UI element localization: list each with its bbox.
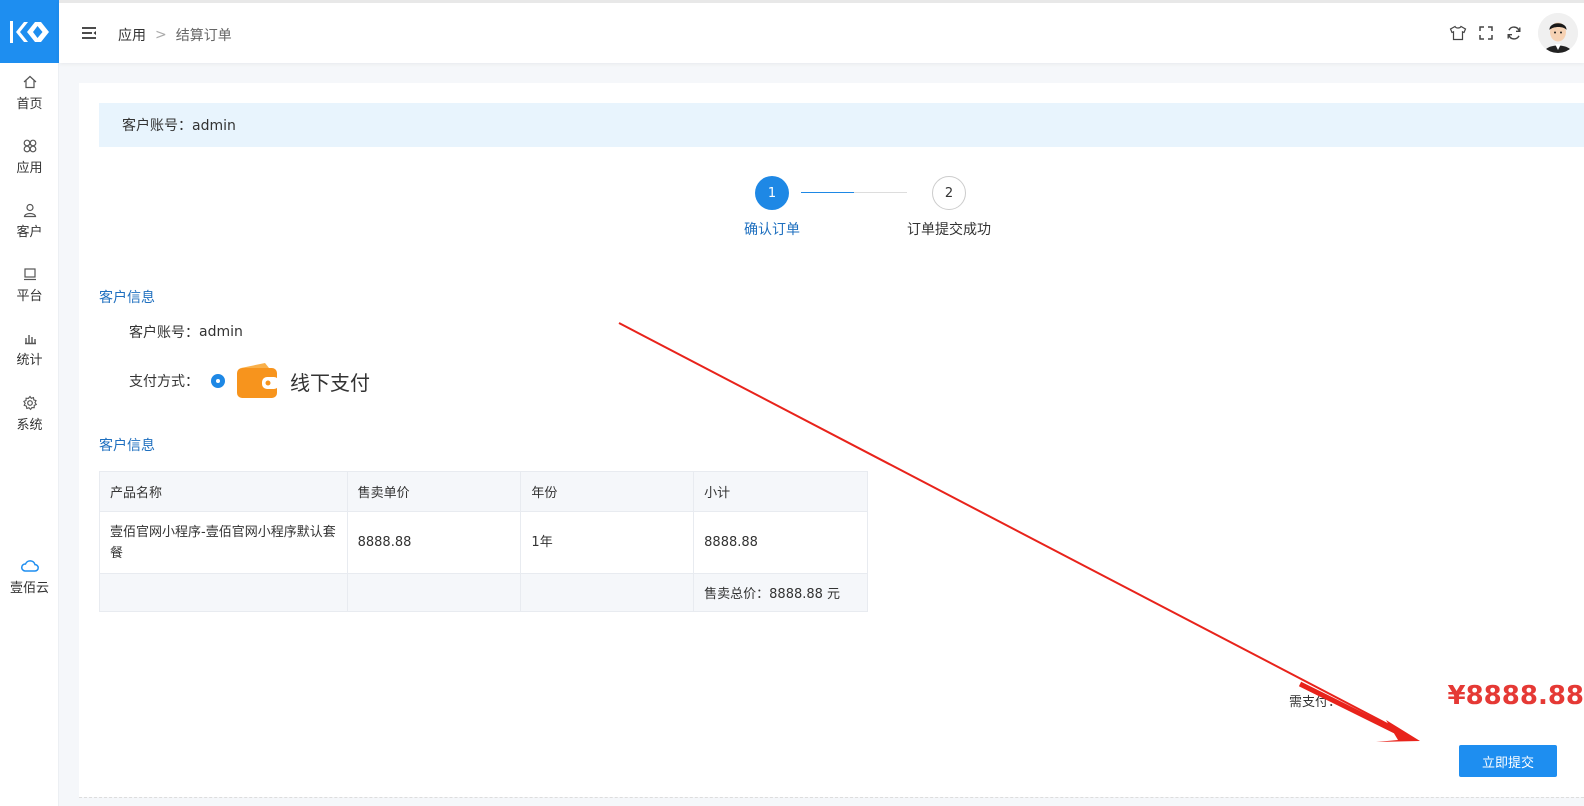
- step-pending-line: [854, 192, 907, 193]
- main-content: 客户账号：admin 1 2 确认订单 订单提交成功 客户信息 客户账号： ad…: [79, 83, 1584, 797]
- cloud-icon: [20, 556, 40, 576]
- monitor-icon: [22, 264, 38, 284]
- sidebar-item-label: 首页: [16, 97, 43, 112]
- price-cell: 8888.88: [346, 511, 522, 574]
- bar-chart-icon: [22, 328, 38, 348]
- sidebar-item-label: 统计: [16, 353, 43, 368]
- breadcrumb-separator: >: [155, 27, 167, 43]
- theme-shirt-icon[interactable]: [1444, 19, 1472, 47]
- logo-icon: [9, 20, 49, 43]
- payment-label: 支付方式：: [129, 374, 199, 390]
- total-price-cell: 售卖总价：8888.88 元: [693, 573, 868, 612]
- step-progress-line: [801, 192, 854, 193]
- sidebar-item-label: 系统: [16, 418, 43, 433]
- offline-payment-radio[interactable]: [211, 374, 225, 388]
- empty-cell: [99, 573, 348, 612]
- product-info-title: 客户信息: [99, 438, 155, 454]
- sidebar-item-label: 应用: [16, 161, 43, 176]
- account-value: admin: [199, 324, 243, 340]
- subtotal-cell: 8888.88: [693, 511, 868, 574]
- breadcrumb-current: 结算订单: [175, 28, 232, 44]
- sidebar-item-label: 平台: [16, 289, 43, 304]
- table-row: 壹佰官网小程序-壹佰官网小程序默认套餐 8888.88 1年 8888.88: [99, 511, 868, 574]
- refresh-icon[interactable]: [1500, 19, 1528, 47]
- user-icon: [22, 200, 38, 220]
- sidebar-item-home[interactable]: 首页: [0, 72, 59, 124]
- empty-cell: [520, 573, 695, 612]
- empty-cell: [346, 573, 522, 612]
- top-right-tools: [1444, 3, 1584, 63]
- submit-order-button[interactable]: 立即提交: [1459, 745, 1557, 777]
- bottom-divider: [79, 797, 1584, 798]
- sidebar-item-stats[interactable]: 统计: [0, 328, 59, 380]
- product-name-cell: 壹佰官网小程序-壹佰官网小程序默认套餐: [99, 511, 348, 574]
- order-steps: 1 2 确认订单 订单提交成功: [734, 176, 1014, 246]
- breadcrumb: 应用 > 结算订单: [118, 25, 232, 45]
- sidebar: 首页 应用 客户 平台 统计 系统 壹佰云: [0, 0, 59, 806]
- sidebar-item-cloud[interactable]: 壹佰云: [0, 556, 59, 608]
- banner-text: 客户账号：admin: [122, 118, 236, 134]
- step-1-label: 确认订单: [744, 222, 800, 238]
- customer-account-banner: 客户账号：admin: [99, 103, 1584, 147]
- payment-method-field: 支付方式： 线下支付: [129, 362, 370, 400]
- gear-icon: [22, 393, 38, 413]
- step-2-indicator: 2: [932, 176, 966, 210]
- top-bar: 应用 > 结算订单: [59, 0, 1584, 63]
- apps-icon: [22, 136, 38, 156]
- table-total-row: 售卖总价：8888.88 元: [99, 573, 868, 612]
- column-header: 小计: [693, 471, 868, 512]
- sidebar-item-label: 客户: [16, 225, 43, 240]
- years-cell: 1年: [520, 511, 695, 574]
- column-header: 售卖单价: [346, 471, 522, 512]
- offline-payment-label[interactable]: 线下支付: [290, 367, 370, 396]
- step-2-label: 订单提交成功: [907, 222, 991, 238]
- sidebar-item-system[interactable]: 系统: [0, 393, 59, 445]
- column-header: 产品名称: [99, 471, 348, 512]
- menu-toggle-icon[interactable]: [81, 25, 97, 44]
- app-logo[interactable]: [0, 0, 59, 63]
- sidebar-item-platform[interactable]: 平台: [0, 264, 59, 316]
- sidebar-item-customers[interactable]: 客户: [0, 200, 59, 252]
- customer-account-field: 客户账号： admin: [129, 322, 243, 342]
- sidebar-item-label: 壹佰云: [9, 581, 49, 596]
- sidebar-item-apps[interactable]: 应用: [0, 136, 59, 188]
- table-header-row: 产品名称 售卖单价 年份 小计: [99, 471, 868, 512]
- breadcrumb-root[interactable]: 应用: [118, 25, 146, 45]
- column-header: 年份: [520, 471, 695, 512]
- amount-due-value: ¥8888.88: [1447, 681, 1584, 711]
- home-icon: [22, 72, 38, 92]
- product-table: 产品名称 售卖单价 年份 小计 壹佰官网小程序-壹佰官网小程序默认套餐 8888…: [99, 471, 868, 612]
- fullscreen-icon[interactable]: [1472, 19, 1500, 47]
- step-1-indicator: 1: [755, 176, 789, 210]
- customer-info-title: 客户信息: [99, 290, 155, 306]
- amount-due-label: 需支付：: [1289, 695, 1342, 710]
- wallet-icon[interactable]: [235, 362, 281, 400]
- account-label: 客户账号：: [129, 325, 199, 341]
- avatar[interactable]: [1538, 13, 1578, 53]
